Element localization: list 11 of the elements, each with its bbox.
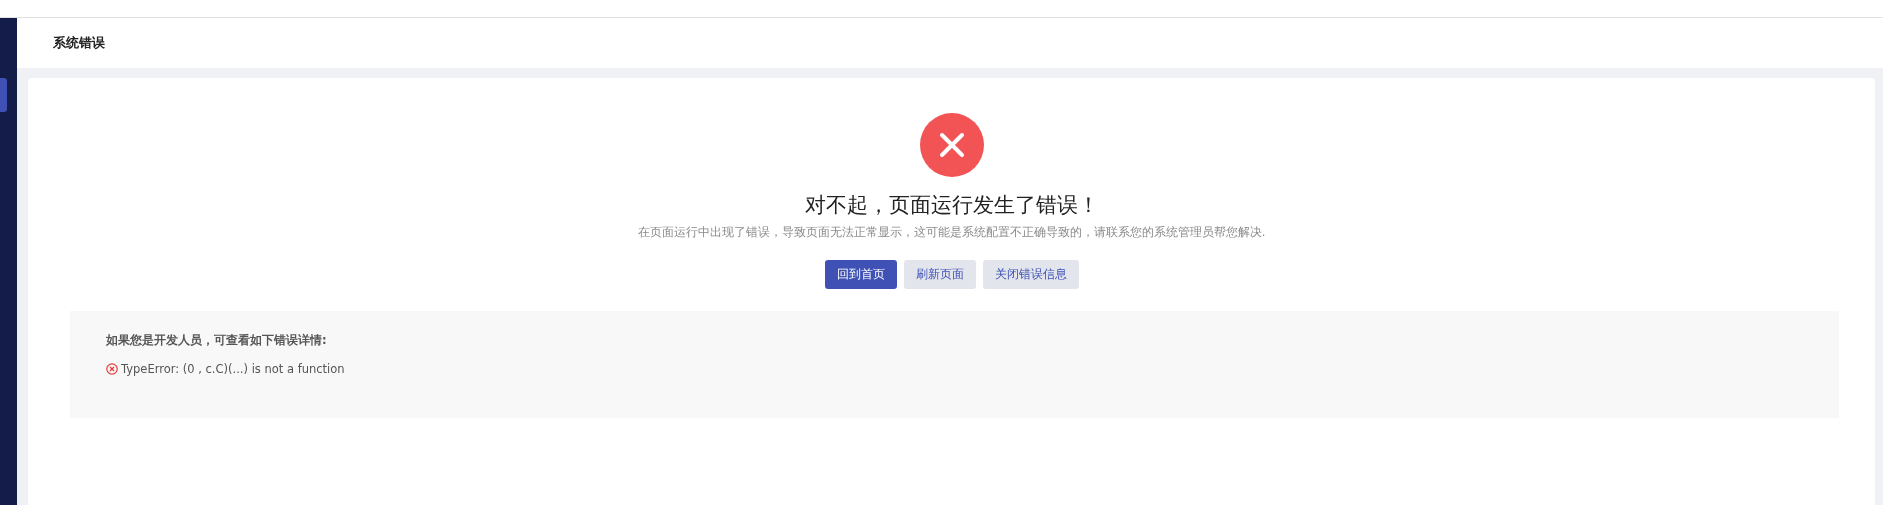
- error-circle-icon: [106, 363, 118, 375]
- action-button[interactable]: 回到首页: [824, 260, 897, 289]
- page-title: 系统错误: [53, 34, 105, 52]
- error-message: 在页面运行中出现了错误，导致页面无法正常显示，这可能是系统配置不正确导致的，请联系您的系统管理员帮您解决.: [637, 225, 1266, 240]
- error-title: 对不起，页面运行发生了错误！: [804, 192, 1099, 219]
- details-heading: 如果您是开发人员，可查看如下错误详情:: [106, 333, 328, 348]
- sidebar-item[interactable]: [0, 78, 7, 112]
- error-text: TypeError: (0 , c.C)(...) is not a function: [121, 362, 345, 376]
- error-icon: [919, 113, 984, 177]
- action-button[interactable]: 关闭错误信息: [982, 260, 1079, 289]
- action-button[interactable]: 刷新页面: [903, 260, 976, 289]
